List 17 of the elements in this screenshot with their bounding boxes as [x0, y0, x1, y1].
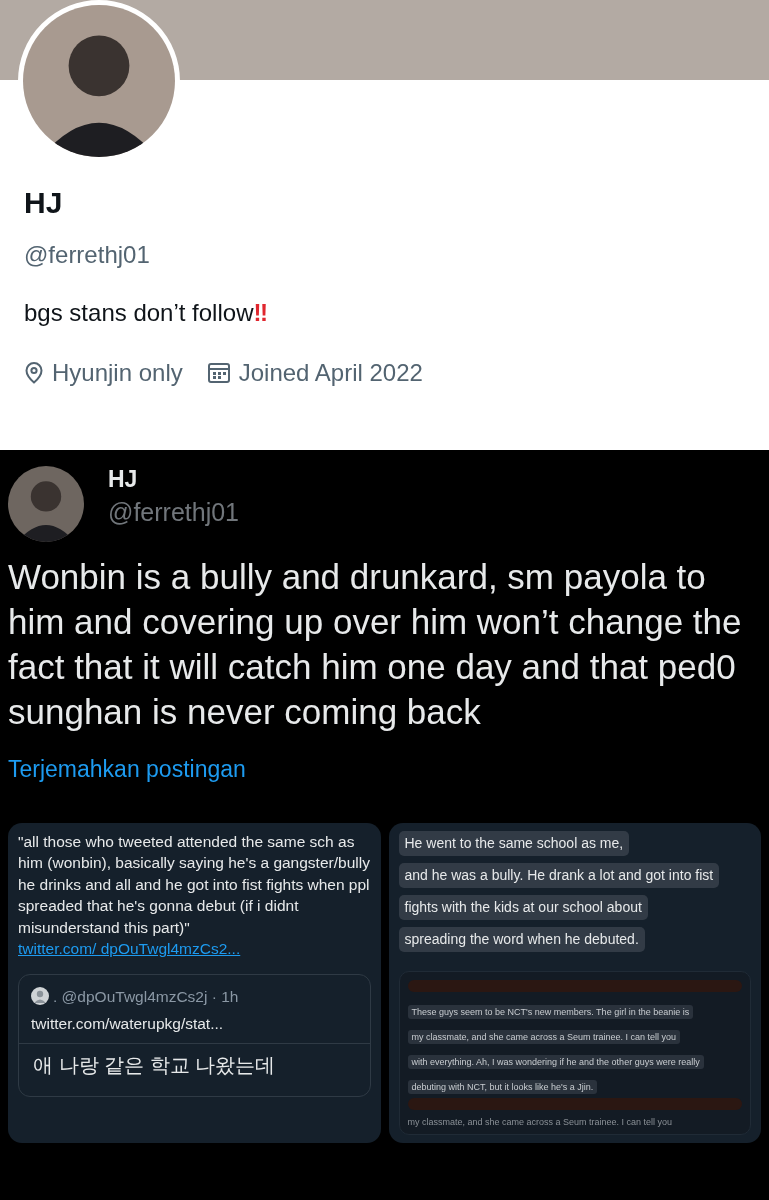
avatar — [31, 987, 49, 1006]
profile-handle: @ferrethj01 — [24, 240, 151, 270]
profile-bio: bgs stans don’t follow‼ — [24, 298, 268, 328]
joined-date: Joined April 2022 — [238, 358, 423, 388]
translate-link[interactable]: Terjemahkan postingan — [8, 756, 246, 782]
location-text: Hyunjin only — [52, 358, 183, 388]
quote-author: . @dpOuTwgl4mzCs2j · 1h — [53, 986, 239, 1007]
quoted-tweet-text: "all those who tweeted attended the same sch as him (wonbin), basically saying he's a gangster/bully he drinks and all and he got into fist fights when ppl spreaded that he's gonna debut (if i didnt misunderstand this part)" twitter.com/ dpOuTwgl4mzCs2... — [18, 831, 371, 959]
author-name: HJ — [108, 466, 139, 494]
calendar-icon — [206, 362, 231, 384]
location-pin-icon — [24, 361, 44, 385]
tweet-link[interactable]: twitter.com/ dpOuTwgl4mzCs2... — [18, 940, 241, 957]
quote-text: 애 나랑 같은 학교 나왔는데 — [19, 1043, 370, 1086]
caption-line: my classmate, and she came across a Seum trainee. I can tell you — [407, 1115, 674, 1128]
author-handle: @ferrethj01 — [108, 496, 239, 528]
post-text: Wonbin is a bully and drunkard, sm payola to him and covering up over him won’t change the fact that it will catch him one day and that ped0 sunghan is never coming back — [8, 556, 743, 733]
profile-name: HJ — [24, 185, 64, 221]
